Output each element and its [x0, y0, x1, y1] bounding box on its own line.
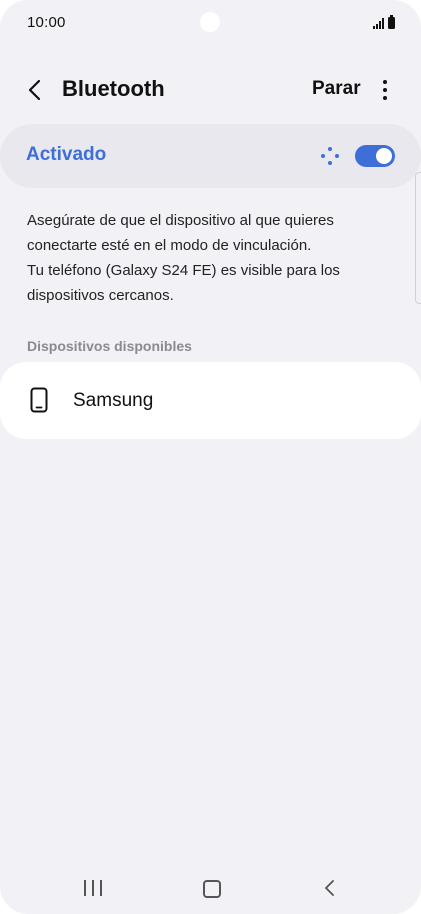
switch-knob: [376, 148, 392, 164]
description-line: conectarte esté en el modo de vinculació…: [27, 237, 312, 254]
status-icons: [373, 15, 395, 29]
visibility-description: Asegúrate de que el dispositivo al que q…: [27, 208, 397, 308]
phone-icon: [30, 387, 48, 413]
more-vertical-icon: [383, 80, 387, 84]
more-options-button[interactable]: [375, 76, 395, 104]
description-line: Tu teléfono (Galaxy S24 FE) es visible p…: [27, 262, 340, 279]
back-button[interactable]: [20, 76, 48, 104]
available-devices-header: Dispositivos disponibles: [27, 338, 192, 354]
camera-cutout: [200, 12, 220, 32]
battery-icon: [388, 15, 395, 29]
signal-icon: [373, 17, 384, 29]
recent-apps-icon[interactable]: [84, 880, 102, 896]
device-list-item[interactable]: [0, 362, 421, 439]
stop-button[interactable]: Parar: [312, 78, 361, 100]
scanning-dots-icon: [321, 147, 339, 165]
app-header: Bluetooth Parar: [0, 64, 421, 114]
description-line: dispositivos cercanos.: [27, 287, 174, 304]
home-icon[interactable]: [203, 880, 221, 898]
scrollbar[interactable]: [415, 172, 421, 304]
toggle-label: Activado: [26, 144, 107, 165]
back-icon[interactable]: [320, 878, 340, 898]
phone-screen: 10:00 Bluetooth Parar Activado Asegúrate…: [0, 0, 421, 914]
status-bar: 10:00: [0, 0, 421, 44]
description-line: Asegúrate de que el dispositivo al que q…: [27, 212, 334, 229]
chevron-left-icon: [28, 79, 41, 101]
bluetooth-switch[interactable]: [355, 145, 395, 167]
navigation-bar: [0, 862, 421, 914]
page-title: Bluetooth: [62, 76, 165, 101]
device-name: Samsung: [73, 390, 154, 411]
status-time: 10:00: [27, 14, 66, 31]
